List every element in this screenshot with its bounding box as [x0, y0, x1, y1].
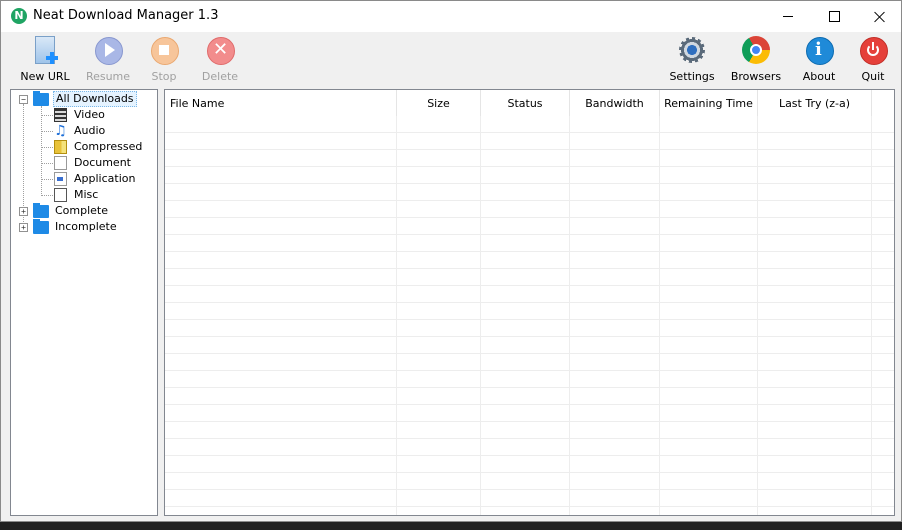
tree-item-document[interactable]: Document	[54, 155, 133, 171]
resume-label: Resume	[85, 70, 131, 83]
tree-item-label: Incomplete	[55, 220, 117, 233]
tree-connector	[41, 195, 53, 196]
tree-item-label: Audio	[74, 124, 106, 137]
column-header-last-try[interactable]: Last Try (z-a)	[758, 90, 872, 116]
tree-item-application[interactable]: Application	[54, 171, 137, 187]
list-header: File Name Size Status Bandwidth Remainin…	[165, 90, 894, 116]
misc-file-icon	[54, 188, 67, 202]
minimize-button[interactable]	[765, 1, 811, 32]
delete-icon: ✕	[206, 36, 235, 65]
column-header-file-name[interactable]: File Name	[165, 90, 397, 116]
folder-icon	[33, 202, 49, 218]
resume-button[interactable]: Resume	[78, 36, 138, 86]
new-url-label: New URL	[20, 70, 70, 83]
tree-item-label: Video	[74, 108, 105, 121]
new-url-icon	[31, 36, 59, 64]
power-icon	[859, 36, 888, 65]
category-tree[interactable]: − All Downloads Video ♫ Audio Compressed…	[10, 89, 158, 516]
column-header-remaining-time[interactable]: Remaining Time	[660, 90, 758, 116]
tree-connector	[41, 131, 53, 132]
maximize-button[interactable]	[811, 1, 857, 32]
stop-icon	[150, 36, 179, 65]
app-logo-icon: N	[11, 8, 27, 24]
app-window: N Neat Download Manager 1.3 New URL Resu…	[0, 0, 902, 522]
tree-item-incomplete[interactable]: Incomplete	[33, 218, 119, 235]
tree-item-all-downloads[interactable]: All Downloads	[33, 90, 137, 107]
download-list[interactable]: File Name Size Status Bandwidth Remainin…	[164, 89, 895, 516]
application-icon	[54, 172, 67, 186]
music-note-icon: ♫	[54, 123, 67, 139]
maximize-icon	[828, 11, 840, 22]
tree-item-label: Document	[74, 156, 131, 169]
tree-item-misc[interactable]: Misc	[54, 187, 100, 203]
tree-item-audio[interactable]: ♫ Audio	[54, 123, 107, 139]
tree-connector	[41, 147, 53, 148]
info-icon: i	[805, 36, 834, 65]
folder-icon	[33, 218, 49, 234]
archive-icon	[54, 140, 67, 154]
stop-label: Stop	[151, 70, 177, 83]
stop-button[interactable]: Stop	[134, 36, 194, 86]
taskbar-strip	[0, 522, 902, 530]
tree-item-label: Compressed	[74, 140, 143, 153]
tree-item-label: Complete	[55, 204, 109, 217]
expand-toggle[interactable]: +	[19, 207, 28, 216]
delete-button[interactable]: ✕ Delete	[190, 36, 250, 86]
quit-label: Quit	[861, 70, 885, 83]
folder-icon	[33, 90, 49, 106]
window-title: Neat Download Manager 1.3	[33, 8, 219, 23]
delete-label: Delete	[201, 70, 239, 83]
tree-connector	[41, 115, 53, 116]
browsers-button[interactable]: Browsers	[726, 36, 786, 86]
about-label: About	[802, 70, 836, 83]
column-header-bandwidth[interactable]: Bandwidth	[570, 90, 660, 116]
tree-connector	[41, 163, 53, 164]
gear-icon	[678, 36, 706, 64]
close-icon	[874, 11, 886, 23]
tree-connector	[41, 179, 53, 180]
tree-connector	[41, 106, 42, 196]
browsers-label: Browsers	[730, 70, 782, 83]
new-url-button[interactable]: New URL	[15, 36, 75, 86]
document-icon	[54, 156, 67, 170]
settings-button[interactable]: Settings	[662, 36, 722, 86]
toolbar: New URL Resume Stop ✕ Delete Settings Br…	[1, 32, 901, 87]
list-body[interactable]	[165, 116, 894, 515]
chrome-icon	[742, 36, 770, 64]
settings-label: Settings	[669, 70, 715, 83]
expand-toggle[interactable]: +	[19, 223, 28, 232]
column-header-size[interactable]: Size	[397, 90, 481, 116]
tree-item-label: Application	[74, 172, 136, 185]
column-header-status[interactable]: Status	[481, 90, 570, 116]
close-button[interactable]	[857, 1, 902, 32]
tree-item-video[interactable]: Video	[54, 107, 107, 123]
title-bar[interactable]: N Neat Download Manager 1.3	[1, 1, 901, 32]
about-button[interactable]: i About	[789, 36, 849, 86]
tree-item-compressed[interactable]: Compressed	[54, 139, 144, 155]
film-icon	[54, 108, 67, 122]
collapse-toggle[interactable]: −	[19, 95, 28, 104]
tree-item-label: Misc	[74, 188, 99, 201]
tree-item-label: All Downloads	[53, 91, 137, 107]
tree-item-complete[interactable]: Complete	[33, 202, 110, 219]
minimize-icon	[783, 16, 793, 17]
quit-button[interactable]: Quit	[843, 36, 902, 86]
resume-icon	[94, 36, 123, 65]
